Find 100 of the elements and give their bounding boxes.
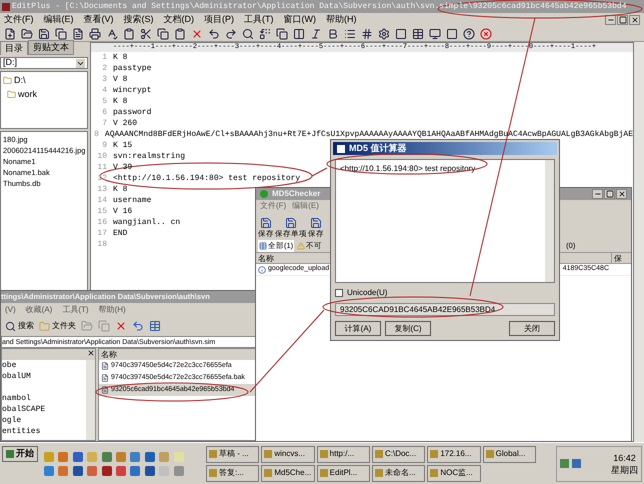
- columns-icon[interactable]: [293, 28, 305, 40]
- task-button[interactable]: 未命名...: [372, 464, 426, 482]
- menu-item[interactable]: 帮助(H): [326, 13, 356, 27]
- tree-item[interactable]: work: [18, 88, 38, 101]
- column-header[interactable]: 保: [611, 253, 631, 263]
- menu-item[interactable]: (V): [5, 304, 16, 316]
- task-button[interactable]: EditPl...: [316, 464, 370, 482]
- copy-icon[interactable]: [157, 28, 169, 40]
- search-icon[interactable]: [242, 28, 254, 40]
- quick-launch-icon[interactable]: [87, 466, 98, 476]
- settings-icon[interactable]: [378, 28, 390, 40]
- hash-icon[interactable]: [361, 28, 373, 40]
- line-number: 11: [96, 162, 107, 174]
- scissors-icon[interactable]: [140, 28, 152, 40]
- help-icon[interactable]: [463, 28, 475, 40]
- toolbar-button[interactable]: 搜索: [5, 320, 34, 332]
- menu-item[interactable]: 搜索(S): [124, 13, 154, 27]
- minimize-button[interactable]: [592, 189, 603, 199]
- menu-item[interactable]: 收藏(A): [26, 304, 52, 316]
- task-button[interactable]: http:/...: [316, 446, 370, 462]
- start-button[interactable]: 开始: [2, 446, 38, 462]
- column-header[interactable]: 名称: [99, 349, 255, 360]
- folder-icon: [3, 76, 12, 86]
- task-button[interactable]: NOC监...: [427, 464, 481, 482]
- copy-icon[interactable]: [55, 28, 67, 40]
- menu-item[interactable]: 窗口(W): [284, 13, 316, 27]
- replace-icon[interactable]: [259, 28, 271, 40]
- menu-item[interactable]: 工具(T): [244, 13, 274, 27]
- quick-launch-icon[interactable]: [102, 466, 112, 476]
- square-icon[interactable]: [395, 28, 407, 40]
- undo-icon[interactable]: [208, 28, 220, 40]
- maximize-button[interactable]: [604, 189, 615, 199]
- tree-item[interactable]: obalUM: [2, 371, 31, 382]
- menu-item[interactable]: 文件(F): [4, 13, 34, 27]
- clipboard-icon[interactable]: [123, 28, 135, 40]
- quick-launch-icon[interactable]: [144, 466, 155, 476]
- spellcheck-icon[interactable]: [106, 28, 118, 40]
- panel-tab[interactable]: 剪贴文本: [28, 40, 74, 55]
- close-icon[interactable]: [87, 349, 95, 357]
- task-button[interactable]: Global...: [482, 446, 536, 462]
- column-header[interactable]: 名称: [256, 253, 276, 263]
- dialog-button[interactable]: 复制(C): [385, 321, 431, 336]
- drive-select[interactable]: [D:]: [0, 57, 88, 69]
- tree-item[interactable]: obalSCAPE: [2, 404, 46, 415]
- task-button[interactable]: Md5Che...: [261, 464, 315, 482]
- quick-launch-icon[interactable]: [130, 452, 140, 462]
- tree-item[interactable]: entities: [2, 426, 40, 437]
- monitor-icon[interactable]: [429, 28, 441, 40]
- close-button[interactable]: [616, 189, 627, 199]
- quick-launch-icon[interactable]: [144, 452, 155, 462]
- delete-icon[interactable]: [115, 320, 127, 332]
- result-field[interactable]: 93205C6CAD91BC4645AB42E965B53BD4: [335, 303, 555, 316]
- tree-item[interactable]: obe: [2, 360, 16, 371]
- text-area[interactable]: <http://10.1.56.194:80> test repository: [335, 159, 555, 283]
- task-button[interactable]: 答复:...: [206, 464, 260, 482]
- quick-launch-icon[interactable]: [130, 466, 140, 476]
- menu-item[interactable]: 帮助(H): [98, 304, 126, 316]
- square-icon[interactable]: [446, 28, 458, 40]
- redo-icon[interactable]: [225, 28, 237, 40]
- quick-launch-icon[interactable]: [72, 452, 83, 462]
- close-circle-icon[interactable]: [480, 28, 492, 40]
- task-button[interactable]: C:\Doc...: [372, 446, 426, 462]
- clipboard-icon[interactable]: [174, 28, 186, 40]
- save-icon[interactable]: [38, 28, 50, 40]
- quick-launch-icon[interactable]: [116, 466, 126, 476]
- bold-icon[interactable]: [327, 28, 339, 40]
- folder-icon[interactable]: [21, 28, 33, 40]
- new-file-icon[interactable]: [4, 28, 16, 40]
- view-icon[interactable]: [149, 320, 161, 332]
- copy-icon[interactable]: [276, 28, 288, 40]
- menu-item[interactable]: 查看(V): [84, 13, 114, 27]
- code-line: wangjianl.. cn: [113, 216, 180, 228]
- tree-item[interactable]: D:\: [14, 74, 26, 88]
- close-button[interactable]: [629, 15, 640, 25]
- task-button[interactable]: 172.16...: [427, 446, 481, 462]
- task-button[interactable]: 草稿 - ...: [206, 446, 260, 462]
- dialog-button[interactable]: 计算(A): [335, 321, 381, 336]
- quick-launch-icon[interactable]: [102, 452, 112, 462]
- table-icon[interactable]: [412, 28, 424, 40]
- maximize-button[interactable]: [617, 15, 628, 25]
- menu-item[interactable]: 文档(D): [164, 13, 194, 27]
- dialog-button[interactable]: 关闭: [509, 321, 555, 336]
- menu-item[interactable]: 项目(P): [204, 13, 234, 27]
- toolbar-button[interactable]: 文件夹: [39, 320, 76, 332]
- line-number: 2: [101, 62, 107, 74]
- document-icon[interactable]: [72, 28, 84, 40]
- panel-tab[interactable]: 目录: [0, 40, 28, 55]
- task-button[interactable]: wincvs...: [261, 446, 315, 462]
- menu-item[interactable]: 编辑(E): [44, 13, 74, 27]
- menu-item[interactable]: 文件(F): [260, 200, 286, 212]
- tree-item[interactable]: nambol: [2, 393, 31, 404]
- printer-icon[interactable]: [89, 28, 101, 40]
- line-number: 18: [96, 238, 107, 250]
- quick-launch-icon[interactable]: [72, 466, 83, 476]
- tree-item[interactable]: ogle: [2, 415, 22, 426]
- checkbox[interactable]: [335, 289, 343, 297]
- menu-item[interactable]: 工具(T): [62, 304, 89, 316]
- italic-icon[interactable]: [310, 28, 322, 40]
- menu-item[interactable]: 编辑(E): [292, 200, 319, 212]
- delete-icon[interactable]: [191, 28, 203, 40]
